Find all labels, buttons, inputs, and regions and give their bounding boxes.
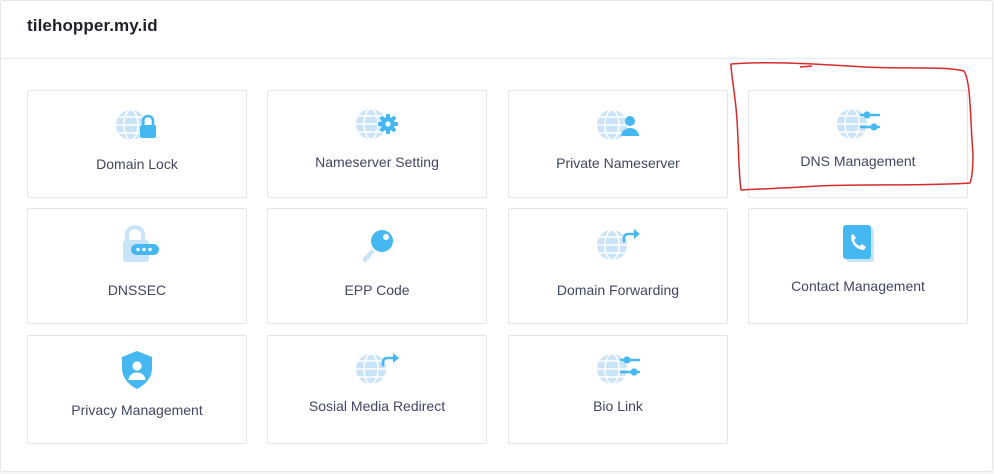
card-contact-management[interactable]: Contact Management <box>748 208 968 324</box>
padlock-password-icon <box>123 225 159 262</box>
domain-title: tilehopper.my.id <box>27 16 158 35</box>
card-domain-forwarding[interactable]: Domain Forwarding <box>508 208 728 324</box>
shield-user-icon <box>122 351 152 389</box>
card-label: Nameserver Setting <box>315 154 439 170</box>
card-nameserver-setting[interactable]: Nameserver Setting <box>267 90 487 198</box>
card-label: DNSSEC <box>107 282 167 298</box>
card-privacy-management[interactable]: Privacy Management <box>27 335 247 444</box>
phone-book-icon <box>843 225 874 262</box>
key-icon <box>363 230 393 262</box>
card-private-nameserver[interactable]: Private Nameserver <box>508 90 728 198</box>
card-label: Private Nameserver <box>556 155 680 171</box>
card-label: Domain Lock <box>96 156 178 172</box>
globe-forward-icon <box>597 229 640 261</box>
globe-lock-icon <box>116 109 156 141</box>
card-dns-management[interactable]: DNS Management <box>748 90 968 198</box>
card-label: Sosial Media Redirect <box>308 398 446 414</box>
card-sosial-media-redirect[interactable]: Sosial Media Redirect <box>267 335 487 444</box>
card-epp-code[interactable]: EPP Code <box>267 208 487 324</box>
globe-user-icon <box>597 109 639 141</box>
card-dnssec[interactable]: DNSSEC <box>27 208 247 324</box>
panel-header: tilehopper.my.id <box>1 1 992 59</box>
card-label: Contact Management <box>791 278 925 294</box>
card-label: Domain Forwarding <box>556 282 680 298</box>
globe-gear-icon <box>356 108 398 140</box>
card-label: EPP Code <box>344 282 410 298</box>
globe-sliders-icon <box>597 353 641 385</box>
domain-panel: tilehopper.my.id Domain Lock Nameserver … <box>0 0 993 472</box>
card-bio-link[interactable]: Bio Link <box>508 335 728 444</box>
card-domain-lock[interactable]: Domain Lock <box>27 90 247 198</box>
card-label: DNS Management <box>800 153 916 169</box>
globe-redirect-icon <box>356 353 399 385</box>
card-label: Bio Link <box>593 398 643 414</box>
card-label: Privacy Management <box>71 402 203 418</box>
globe-sliders-icon <box>837 108 881 140</box>
